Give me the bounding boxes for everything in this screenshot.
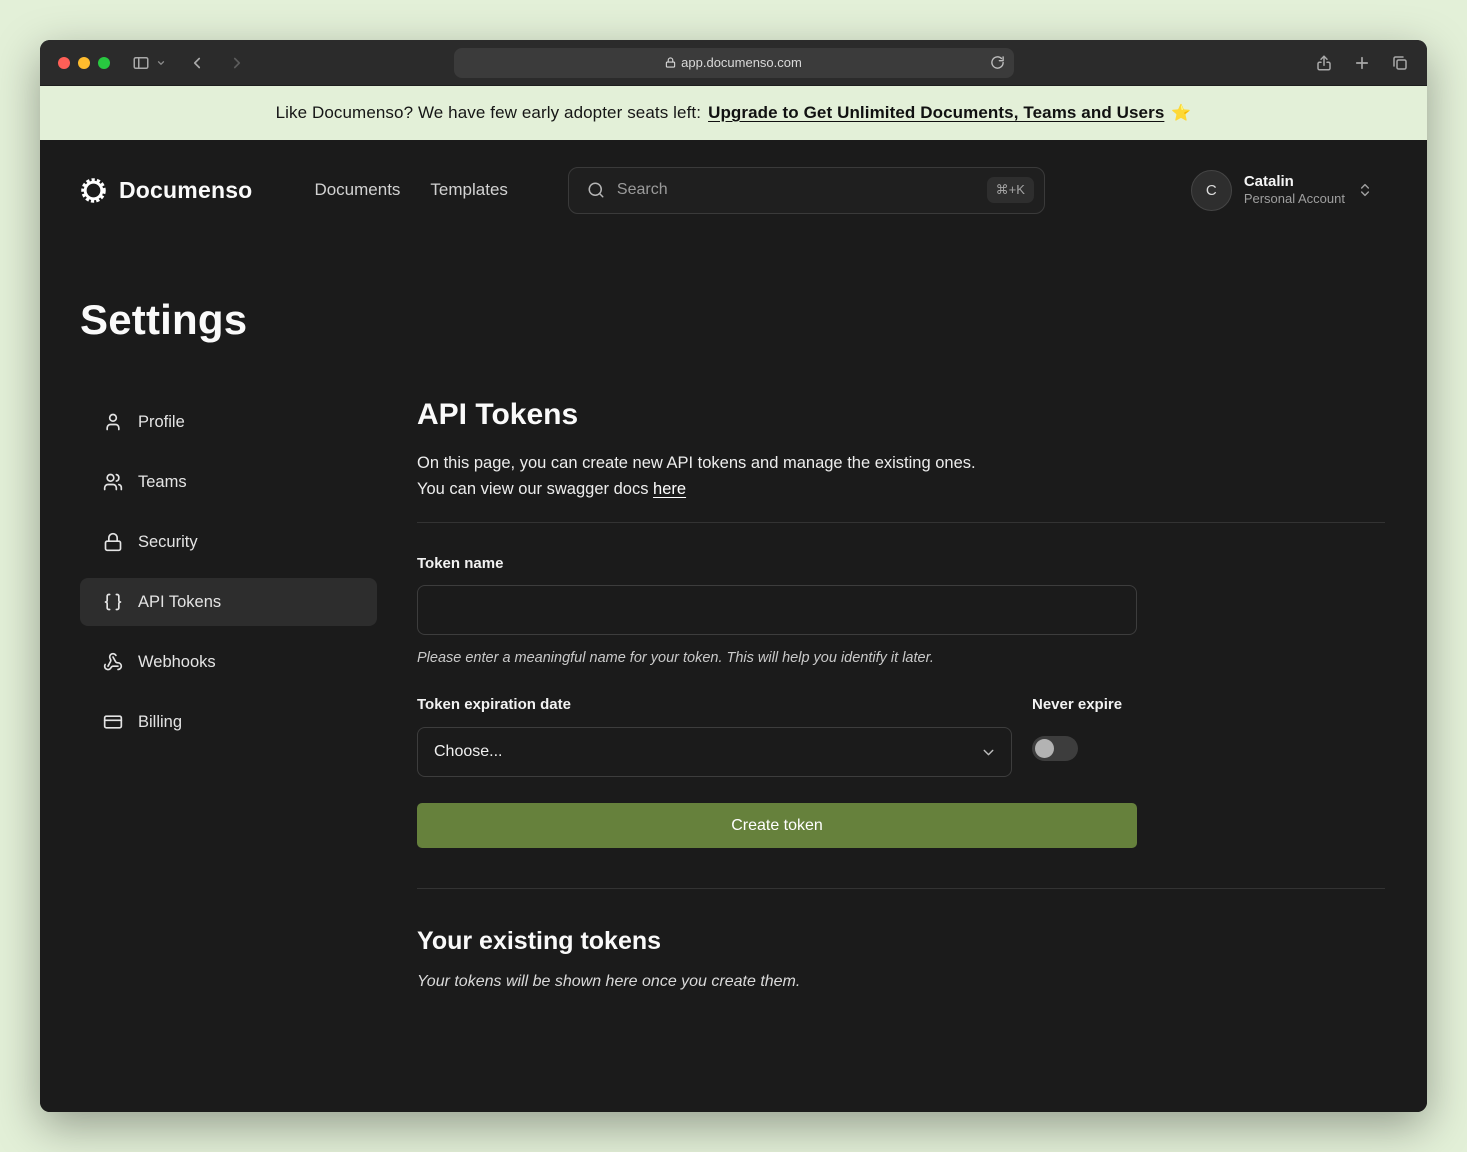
account-menu[interactable]: C Catalin Personal Account (1191, 170, 1373, 211)
account-text: Catalin Personal Account (1244, 173, 1345, 208)
main-nav: Documents Templates (314, 180, 507, 200)
back-button[interactable] (188, 54, 206, 72)
browser-window: app.documenso.com Like Documenso? We hav… (40, 40, 1427, 1112)
sidebar-item-label: Billing (138, 713, 182, 732)
search-shortcut-badge: ⌘+K (987, 177, 1034, 203)
search-icon (587, 181, 605, 199)
never-expire-toggle[interactable] (1032, 736, 1078, 761)
sidebar-item-billing[interactable]: Billing (80, 698, 377, 746)
star-emoji: ⭐ (1171, 103, 1191, 123)
sidebar-item-label: Webhooks (138, 653, 216, 672)
expiration-row: Token expiration date Choose... Never ex… (417, 696, 1137, 777)
avatar: C (1191, 170, 1232, 211)
tab-overview-icon[interactable] (1391, 54, 1409, 72)
chevrons-up-down-icon (1357, 182, 1373, 198)
divider (417, 522, 1385, 523)
webhook-icon (103, 652, 123, 672)
sidebar-item-label: Teams (138, 473, 187, 492)
expiration-select[interactable]: Choose... (417, 727, 1012, 777)
expiration-label: Token expiration date (417, 696, 1012, 713)
chevron-down-icon[interactable] (156, 58, 166, 68)
divider (417, 888, 1385, 889)
lock-icon (665, 57, 676, 68)
nav-templates[interactable]: Templates (430, 180, 507, 200)
token-name-hint: Please enter a meaningful name for your … (417, 650, 1137, 666)
expiration-column: Token expiration date Choose... (417, 696, 1012, 777)
existing-tokens-empty-text: Your tokens will be shown here once you … (417, 973, 1385, 991)
zoom-window-button[interactable] (98, 57, 110, 69)
banner-upgrade-link[interactable]: Upgrade to Get Unlimited Documents, Team… (708, 103, 1164, 123)
sidebar-item-api-tokens[interactable]: API Tokens (80, 578, 377, 626)
sidebar-item-label: Profile (138, 413, 185, 432)
sidebar-item-teams[interactable]: Teams (80, 458, 377, 506)
token-name-label: Token name (417, 555, 1137, 572)
never-expire-column: Never expire (1032, 696, 1137, 777)
new-tab-icon[interactable] (1353, 54, 1371, 72)
never-expire-label: Never expire (1032, 696, 1137, 713)
description-line1: On this page, you can create new API tok… (417, 454, 976, 472)
existing-tokens-title: Your existing tokens (417, 927, 1385, 956)
section-description: On this page, you can create new API tok… (417, 450, 1385, 502)
window-controls (58, 57, 110, 69)
sidebar-item-webhooks[interactable]: Webhooks (80, 638, 377, 686)
credit-card-icon (103, 712, 123, 732)
browser-titlebar: app.documenso.com (40, 40, 1427, 86)
account-name: Catalin (1244, 173, 1345, 192)
banner-text: Like Documenso? We have few early adopte… (276, 103, 702, 123)
swagger-docs-link[interactable]: here (653, 480, 686, 498)
search-placeholder: Search (617, 181, 668, 199)
existing-tokens-section: Your existing tokens Your tokens will be… (417, 927, 1385, 991)
sidebar-item-label: Security (138, 533, 198, 552)
sidebar-item-security[interactable]: Security (80, 518, 377, 566)
close-window-button[interactable] (58, 57, 70, 69)
api-tokens-panel: API Tokens On this page, you can create … (417, 398, 1385, 991)
settings-sidebar: Profile Teams Security (80, 398, 377, 991)
brand-name: Documenso (119, 177, 252, 204)
section-title: API Tokens (417, 398, 1385, 432)
nav-documents[interactable]: Documents (314, 180, 400, 200)
expiration-selected-value: Choose... (434, 743, 502, 761)
promo-banner: Like Documenso? We have few early adopte… (40, 86, 1427, 140)
toggle-knob (1035, 739, 1054, 758)
token-name-input[interactable] (417, 585, 1137, 635)
account-type: Personal Account (1244, 191, 1345, 207)
share-icon[interactable] (1315, 54, 1333, 72)
lock-icon (103, 532, 123, 552)
sidebar-item-label: API Tokens (138, 593, 221, 612)
address-bar[interactable]: app.documenso.com (454, 48, 1014, 78)
documenso-logo-icon (80, 177, 107, 204)
create-token-form: Token name Please enter a meaningful nam… (417, 555, 1137, 848)
braces-icon (103, 592, 123, 612)
users-icon (103, 472, 123, 492)
sidebar-item-profile[interactable]: Profile (80, 398, 377, 446)
create-token-button[interactable]: Create token (417, 803, 1137, 848)
page-title: Settings (40, 296, 1427, 344)
titlebar-right-actions (1315, 54, 1409, 72)
url-text: app.documenso.com (681, 55, 802, 70)
app-content: Documenso Documents Templates Search ⌘+K… (40, 140, 1427, 1112)
search-input[interactable]: Search ⌘+K (568, 167, 1045, 214)
app-header: Documenso Documents Templates Search ⌘+K… (40, 140, 1427, 240)
brand[interactable]: Documenso (80, 177, 252, 204)
sidebar-toggle-icon[interactable] (132, 54, 150, 72)
refresh-icon[interactable] (990, 55, 1005, 70)
user-icon (103, 412, 123, 432)
chevron-down-icon (980, 744, 997, 761)
settings-layout: Profile Teams Security (40, 398, 1427, 991)
forward-button[interactable] (228, 54, 246, 72)
minimize-window-button[interactable] (78, 57, 90, 69)
description-line2: You can view our swagger docs (417, 480, 648, 498)
